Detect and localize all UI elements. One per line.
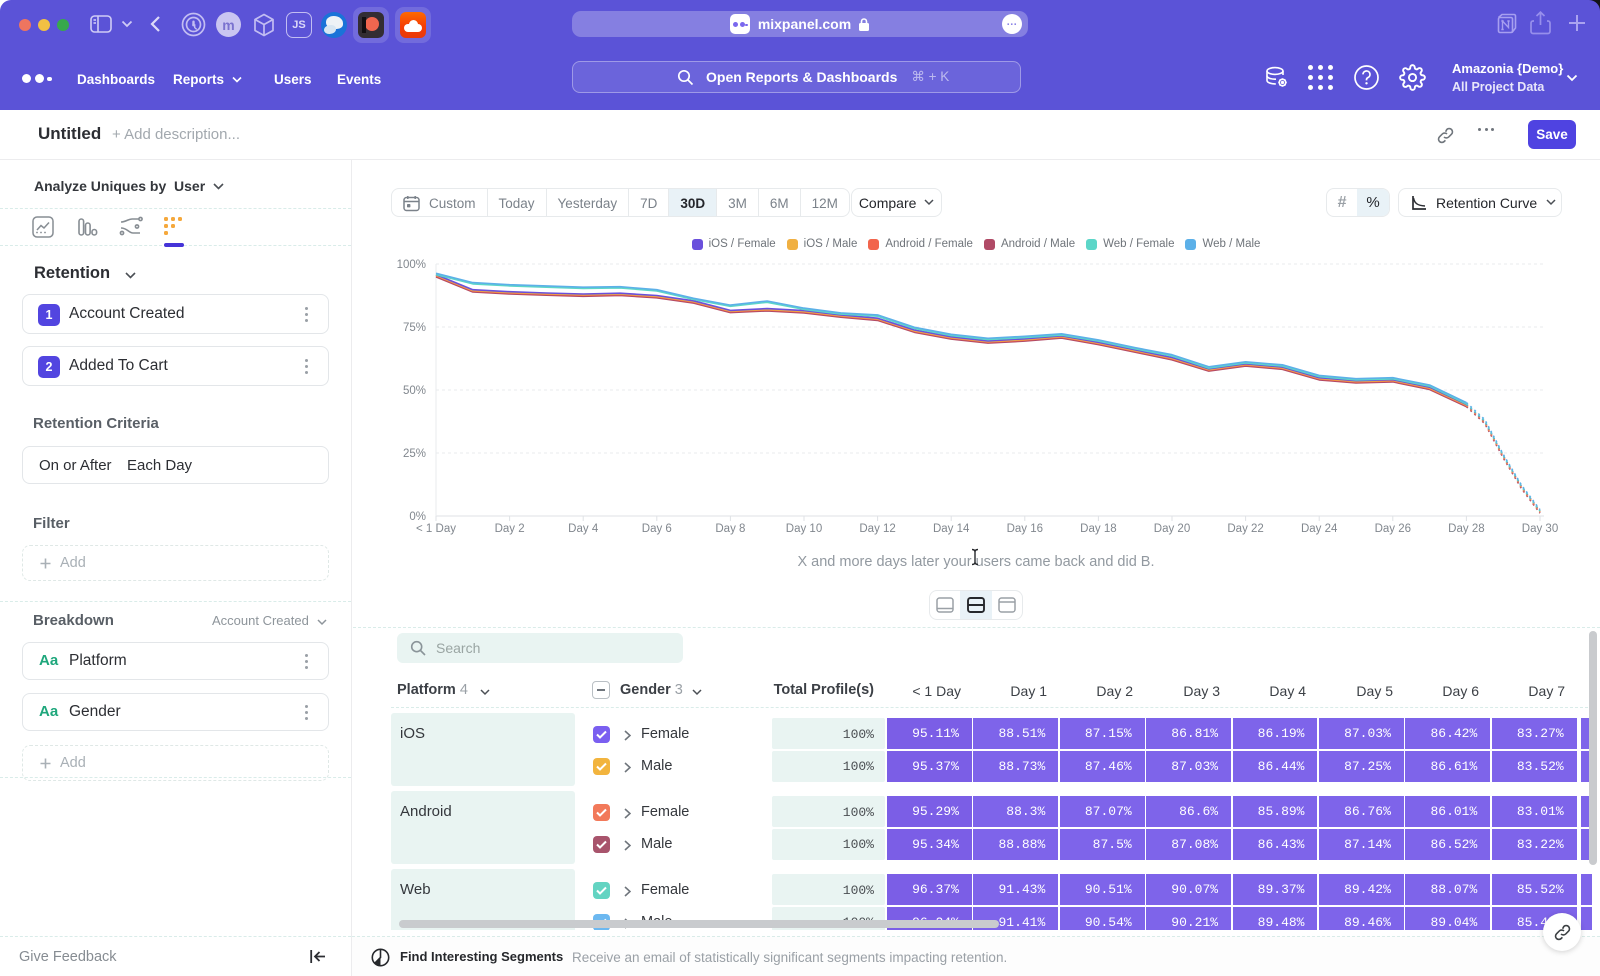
svg-text:Day 16: Day 16 (1007, 523, 1043, 535)
svg-text:0%: 0% (409, 511, 426, 523)
svg-text:Day 10: Day 10 (786, 523, 822, 535)
svg-text:Day 18: Day 18 (1080, 523, 1116, 535)
svg-text:Day 22: Day 22 (1227, 523, 1263, 535)
svg-text:Day 28: Day 28 (1448, 523, 1484, 535)
svg-text:Day 8: Day 8 (715, 523, 745, 535)
svg-text:Day 30: Day 30 (1522, 523, 1558, 535)
svg-text:Day 12: Day 12 (859, 523, 895, 535)
svg-text:Day 24: Day 24 (1301, 523, 1338, 535)
svg-text:Day 14: Day 14 (933, 523, 970, 535)
svg-text:25%: 25% (403, 448, 426, 460)
svg-text:50%: 50% (403, 385, 426, 397)
svg-text:Day 26: Day 26 (1375, 523, 1411, 535)
svg-text:Day 4: Day 4 (568, 523, 599, 535)
svg-text:Day 2: Day 2 (495, 523, 525, 535)
svg-text:75%: 75% (403, 322, 426, 334)
svg-text:Day 6: Day 6 (642, 523, 672, 535)
svg-text:Day 20: Day 20 (1154, 523, 1190, 535)
svg-text:100%: 100% (397, 259, 426, 271)
svg-text:< 1 Day: < 1 Day (416, 523, 456, 535)
